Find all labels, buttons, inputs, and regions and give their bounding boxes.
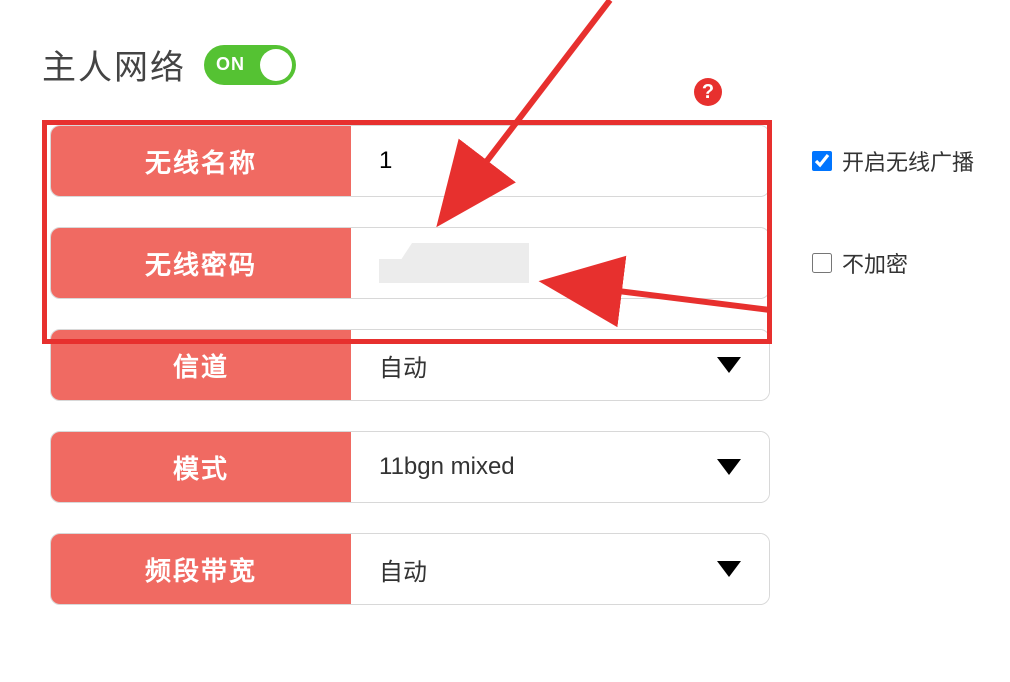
- toggle-knob: [260, 49, 292, 81]
- value-bandwidth: 自动: [351, 534, 769, 604]
- chevron-down-icon: [717, 561, 741, 577]
- label-ssid: 无线名称: [51, 126, 351, 196]
- no-encrypt-checkbox[interactable]: [812, 253, 832, 273]
- no-encrypt-label: 不加密: [842, 247, 908, 279]
- header: 主人网络 ON: [42, 40, 980, 89]
- network-toggle[interactable]: ON: [204, 45, 296, 85]
- label-bandwidth: 频段带宽: [51, 534, 351, 604]
- row-ssid: 无线名称 开启无线广播: [30, 125, 980, 197]
- field-mode[interactable]: 模式 11bgn mixed: [50, 431, 770, 503]
- row-mode: 模式 11bgn mixed: [30, 431, 980, 503]
- label-password: 无线密码: [51, 228, 351, 298]
- value-channel: 自动: [351, 330, 769, 400]
- broadcast-checkbox[interactable]: [812, 151, 832, 171]
- help-icon[interactable]: ?: [694, 78, 722, 106]
- chevron-down-icon: [717, 459, 741, 475]
- broadcast-option[interactable]: 开启无线广播: [812, 145, 974, 177]
- value-password: [351, 228, 769, 298]
- chevron-down-icon: [717, 357, 741, 373]
- settings-form: 无线名称 开启无线广播 无线密码 不加密: [30, 125, 980, 605]
- field-channel[interactable]: 信道 自动: [50, 329, 770, 401]
- field-ssid: 无线名称: [50, 125, 770, 197]
- mode-value: 11bgn mixed: [379, 453, 515, 481]
- row-bandwidth: 频段带宽 自动: [30, 533, 980, 605]
- ssid-input[interactable]: [379, 147, 741, 175]
- value-ssid: [351, 126, 769, 196]
- field-bandwidth[interactable]: 频段带宽 自动: [50, 533, 770, 605]
- channel-value: 自动: [379, 348, 427, 383]
- row-password: 无线密码 不加密: [30, 227, 980, 299]
- toggle-on-label: ON: [216, 54, 245, 75]
- label-channel: 信道: [51, 330, 351, 400]
- bandwidth-value: 自动: [379, 552, 427, 587]
- label-mode: 模式: [51, 432, 351, 502]
- broadcast-label: 开启无线广播: [842, 145, 974, 177]
- row-channel: 信道 自动: [30, 329, 980, 401]
- value-mode: 11bgn mixed: [351, 432, 769, 502]
- password-redacted: [379, 243, 529, 283]
- field-password: 无线密码: [50, 227, 770, 299]
- page-title: 主人网络: [42, 40, 186, 89]
- no-encrypt-option[interactable]: 不加密: [812, 247, 908, 279]
